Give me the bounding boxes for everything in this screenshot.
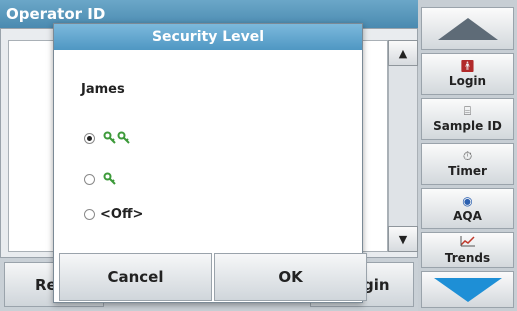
trends-chart-icon (459, 235, 476, 250)
cancel-button[interactable]: Cancel (59, 253, 212, 301)
arrow-down-icon (433, 277, 502, 302)
radio-button[interactable] (84, 173, 95, 185)
security-option-off[interactable]: <Off> (84, 204, 143, 224)
scroll-up-button[interactable]: ▲ (388, 40, 418, 66)
sidebar-item-timer[interactable]: ⏱︎ Timer (421, 143, 514, 185)
ok-button[interactable]: OK (214, 253, 367, 301)
sidebar-item-trends[interactable]: Trends (421, 232, 514, 268)
sample-vial-icon: ⌸ (463, 104, 472, 118)
radio-button-selected[interactable] (84, 132, 95, 144)
sidebar-item-sample-id[interactable]: ⌸ Sample ID (421, 98, 514, 140)
aqa-icon: ◉ (462, 193, 473, 208)
sidebar-item-label: AQA (453, 208, 482, 223)
person-icon: 🚹︎ (459, 59, 476, 73)
sidebar-item-label: Sample ID (433, 119, 502, 133)
sidebar-item-aqa[interactable]: ◉ AQA (421, 188, 514, 229)
security-option-two-keys[interactable] (84, 128, 133, 148)
dialog-title: Security Level (54, 24, 362, 50)
timer-icon: ⏱︎ (462, 149, 473, 163)
triangle-up-icon: ▲ (398, 46, 408, 60)
sidebar-item-label: Trends (444, 251, 491, 265)
page-down-button[interactable] (421, 271, 514, 308)
sidebar-item-label: Login (448, 74, 487, 88)
security-option-one-key[interactable] (84, 169, 119, 189)
arrow-up-icon (437, 17, 498, 40)
triangle-down-icon: ▼ (398, 232, 408, 246)
sidebar-item-login[interactable]: 🚹︎ Login (421, 53, 514, 95)
scrollbar-track[interactable] (388, 40, 418, 252)
user-name-label: James (81, 82, 125, 97)
page-up-button[interactable] (421, 7, 514, 50)
two-keys-icon (103, 131, 133, 145)
one-key-icon (103, 172, 119, 186)
radio-button[interactable] (84, 208, 95, 220)
security-level-dialog: Security Level James <Off> Cancel OK (53, 23, 367, 303)
sidebar-item-label: Timer (448, 164, 487, 178)
option-off-label: <Off> (100, 206, 144, 222)
scroll-down-button[interactable]: ▼ (388, 226, 418, 252)
